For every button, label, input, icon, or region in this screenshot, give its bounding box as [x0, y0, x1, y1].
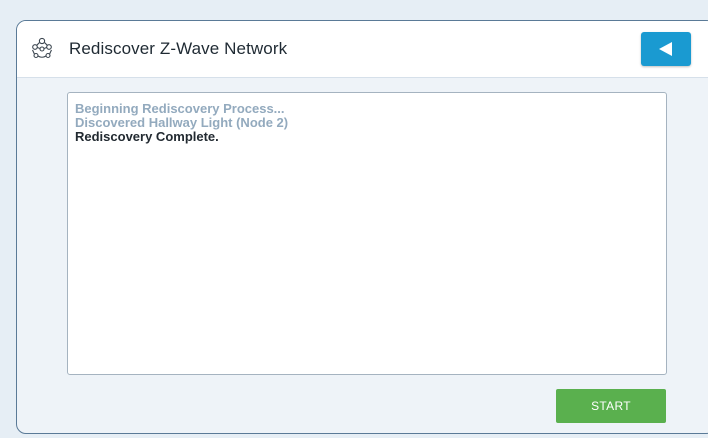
panel-header: Rediscover Z-Wave Network: [17, 21, 708, 78]
log-line: Rediscovery Complete.: [75, 129, 219, 144]
back-arrow-icon: [659, 42, 672, 56]
page-title: Rediscover Z-Wave Network: [69, 39, 288, 58]
start-button[interactable]: START: [556, 389, 666, 423]
log-line: Discovered Hallway Light (Node 2): [75, 115, 289, 130]
network-nodes-icon: [30, 36, 54, 60]
back-button[interactable]: [641, 32, 691, 66]
rediscover-panel: Rediscover Z-Wave Network Beginning Redi…: [16, 20, 708, 434]
log-line: Beginning Rediscovery Process...: [75, 101, 285, 116]
rediscovery-log: Beginning Rediscovery Process... Discove…: [67, 92, 667, 375]
